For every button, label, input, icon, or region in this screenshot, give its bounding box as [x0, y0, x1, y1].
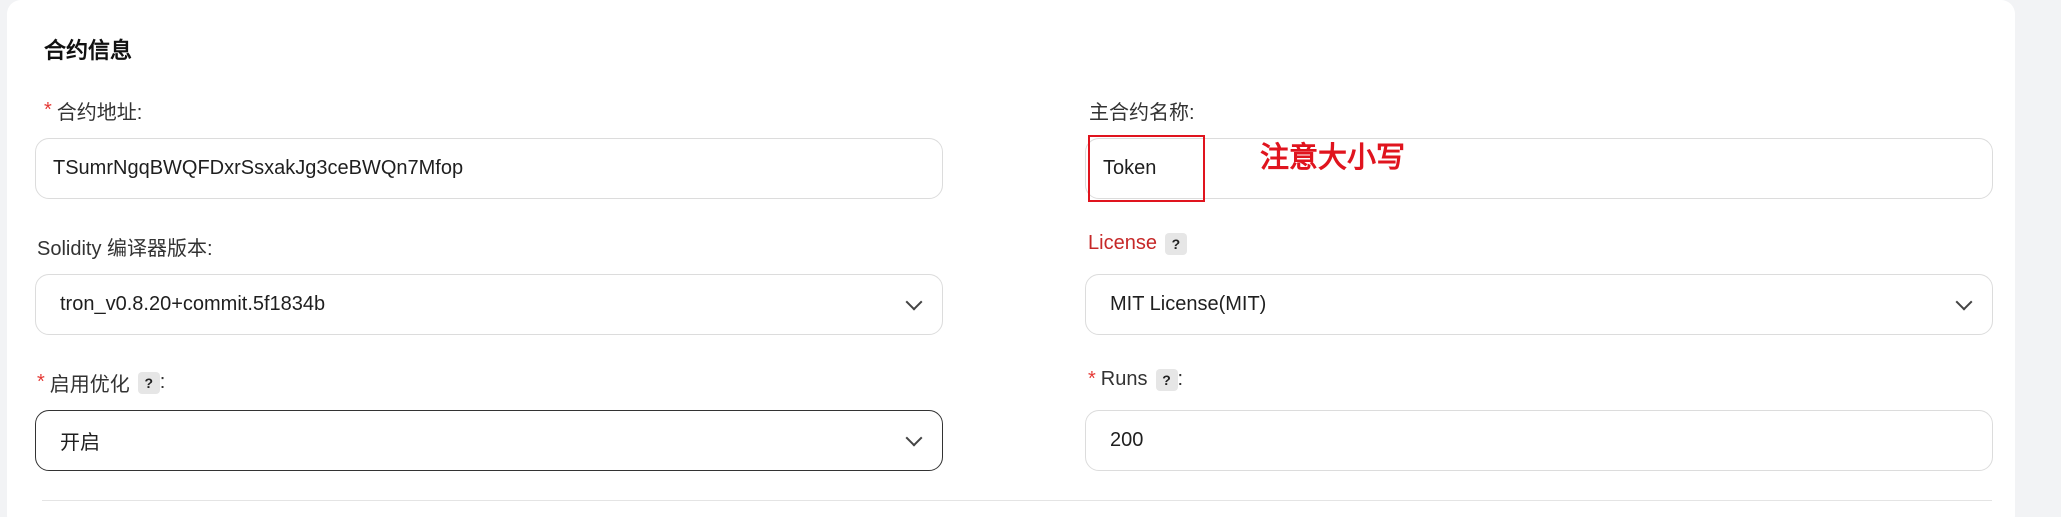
license-select[interactable]: MIT License(MIT) [1085, 274, 1993, 335]
divider [42, 500, 1992, 501]
compiler-version-label: Solidity 编译器版本: [37, 232, 213, 261]
contract-address-label-text: 合约地址: [56, 102, 143, 124]
contract-address-value: TSumrNgqBWQFDxrSsxakJg3ceBWQn7Mfop [53, 157, 464, 179]
main-contract-name-label: 主合约名称: [1089, 96, 1195, 125]
runs-input[interactable]: 200 [1085, 410, 1993, 471]
optimization-label-text: 启用优化 [49, 374, 130, 396]
license-label-text: License [1088, 232, 1157, 254]
help-icon[interactable]: ? [1155, 368, 1178, 391]
runs-label: * Runs ? : [1088, 368, 1183, 391]
compiler-version-value: tron_v0.8.20+commit.5f1834b [60, 293, 326, 315]
help-icon[interactable]: ? [137, 371, 160, 394]
label-colon: : [159, 371, 166, 393]
runs-value: 200 [1110, 429, 1144, 451]
required-mark: * [44, 99, 52, 121]
required-mark: * [37, 371, 45, 393]
license-value: MIT License(MIT) [1110, 293, 1267, 315]
chevron-down-icon [905, 429, 923, 446]
contract-info-card: 合约信息 * 合约地址: TSumrNgqBWQFDxrSsxakJg3ceBW… [7, 0, 2015, 517]
highlight-box [1088, 135, 1205, 202]
label-colon: : [1177, 368, 1184, 390]
main-contract-name-label-text: 主合约名称: [1089, 102, 1195, 124]
optimization-label: * 启用优化 ? : [37, 368, 165, 397]
contract-address-input[interactable]: TSumrNgqBWQFDxrSsxakJg3ceBWQn7Mfop [35, 138, 943, 199]
contract-address-label: * 合约地址: [44, 96, 142, 125]
chevron-down-icon [905, 293, 923, 310]
section-title: 合约信息 [44, 38, 133, 63]
optimization-value: 开启 [60, 432, 100, 454]
help-icon[interactable]: ? [1164, 232, 1187, 255]
main-contract-name-input[interactable]: Token [1085, 138, 1993, 199]
required-mark: * [1088, 368, 1096, 390]
chevron-down-icon [1955, 293, 1973, 310]
compiler-version-label-text: Solidity 编译器版本: [37, 238, 213, 260]
license-label: License ? [1088, 232, 1187, 255]
runs-label-text: Runs [1100, 368, 1148, 390]
case-sensitivity-note: 注意大小写 [1260, 142, 1406, 174]
compiler-version-select[interactable]: tron_v0.8.20+commit.5f1834b [35, 274, 943, 335]
optimization-select[interactable]: 开启 [35, 410, 943, 471]
